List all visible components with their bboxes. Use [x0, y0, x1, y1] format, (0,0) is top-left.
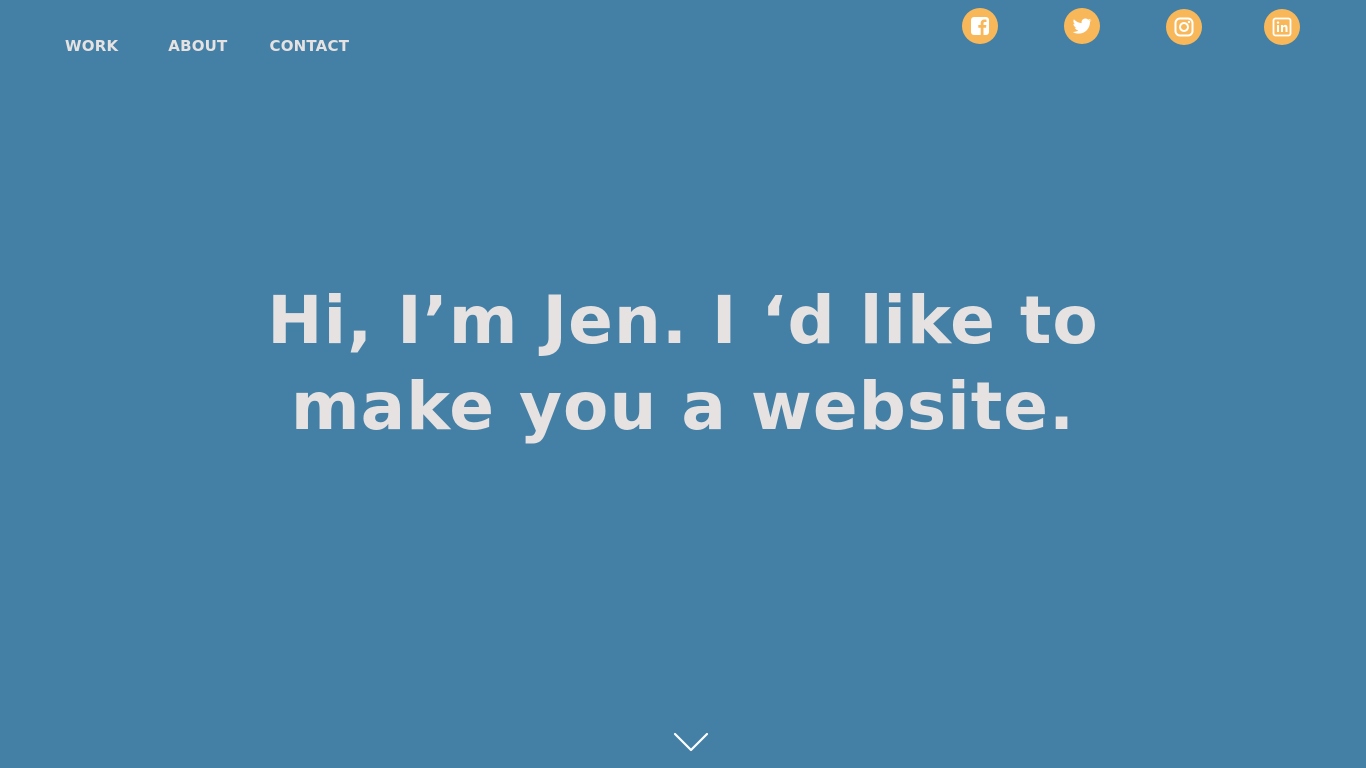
twitter-icon[interactable]	[1064, 8, 1100, 44]
hero-line-2: make you a website.	[290, 368, 1076, 445]
hero-line-1: Hi, I’m Jen. I ‘d like to	[267, 282, 1099, 359]
facebook-icon[interactable]	[962, 8, 998, 44]
instagram-icon[interactable]	[1166, 9, 1202, 45]
hero-heading: Hi, I’m Jen. I ‘d like to make you a web…	[0, 278, 1366, 450]
linkedin-icon[interactable]	[1264, 9, 1300, 45]
social-links	[0, 0, 1366, 60]
chevron-down-icon[interactable]	[673, 730, 709, 754]
